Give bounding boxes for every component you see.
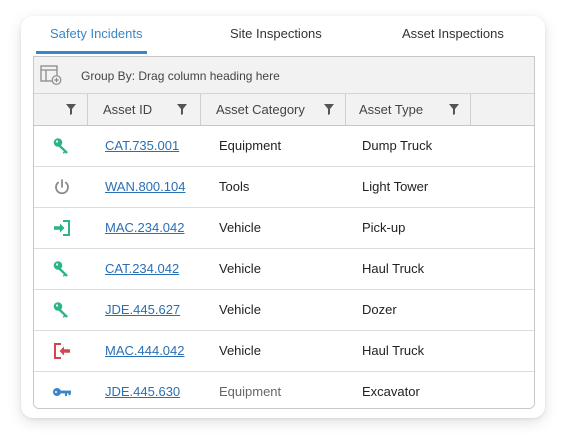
tab-safety-incidents[interactable]: Safety Incidents [50, 26, 143, 41]
sign-in-icon [52, 219, 72, 237]
asset-category-cell: Equipment [219, 384, 282, 399]
asset-id-link[interactable]: JDE.445.630 [105, 384, 180, 399]
filter-icon[interactable] [66, 104, 76, 115]
asset-category-cell: Vehicle [219, 302, 261, 317]
active-tab-indicator [36, 51, 147, 54]
asset-category-cell: Tools [219, 179, 250, 194]
table-row[interactable]: WAN.800.104 Tools Light Tower [34, 167, 534, 208]
key-icon [52, 260, 72, 278]
power-icon [52, 178, 72, 196]
table-row[interactable]: JDE.445.627 Vehicle Dozer [34, 290, 534, 331]
asset-id-link[interactable]: CAT.234.042 [105, 261, 179, 276]
assets-grid: Group By: Drag column heading here Asset… [33, 56, 535, 409]
asset-type-cell: Pick-up [362, 220, 406, 235]
key-icon [52, 137, 72, 155]
table-row[interactable]: MAC.444.042 Vehicle Haul Truck [34, 331, 534, 372]
column-header-asset-id[interactable]: Asset ID [88, 94, 201, 125]
filter-icon[interactable] [449, 104, 459, 115]
group-by-icon [40, 65, 62, 85]
column-header-asset-type[interactable]: Asset Type [346, 94, 471, 125]
asset-category-cell: Vehicle [219, 261, 261, 276]
column-header-status[interactable] [34, 94, 88, 125]
filter-icon[interactable] [324, 104, 334, 115]
asset-type-cell: Haul Truck [362, 343, 425, 358]
asset-id-link[interactable]: CAT.735.001 [105, 138, 179, 153]
asset-id-link[interactable]: MAC.444.042 [105, 343, 185, 358]
filter-icon[interactable] [177, 104, 187, 115]
tab-bar: Safety Incidents Site Inspections Asset … [21, 16, 545, 56]
table-row[interactable]: JDE.445.630 Equipment Excavator [34, 372, 534, 408]
assets-card: Safety Incidents Site Inspections Asset … [21, 16, 545, 418]
group-by-panel[interactable]: Group By: Drag column heading here [34, 57, 534, 94]
group-by-hint: Group By: Drag column heading here [81, 69, 280, 83]
asset-id-link[interactable]: JDE.445.627 [105, 302, 180, 317]
asset-type-cell: Excavator [362, 384, 420, 399]
column-header-label: Asset Type [359, 102, 424, 117]
table-row[interactable]: CAT.735.001 Equipment Dump Truck [34, 126, 534, 167]
asset-type-cell: Dozer [362, 302, 397, 317]
table-row[interactable]: MAC.234.042 Vehicle Pick-up [34, 208, 534, 249]
asset-type-cell: Haul Truck [362, 261, 425, 276]
sign-out-icon [52, 342, 72, 360]
column-header-label: Asset Category [216, 102, 305, 117]
column-header-asset-category[interactable]: Asset Category [201, 94, 346, 125]
asset-id-link[interactable]: MAC.234.042 [105, 220, 185, 235]
key-horizontal-icon [52, 383, 72, 401]
key-icon [52, 301, 72, 319]
asset-id-link[interactable]: WAN.800.104 [105, 179, 185, 194]
asset-category-cell: Vehicle [219, 220, 261, 235]
asset-category-cell: Vehicle [219, 343, 261, 358]
asset-category-cell: Equipment [219, 138, 282, 153]
table-row[interactable]: CAT.234.042 Vehicle Haul Truck [34, 249, 534, 290]
column-header-label: Asset ID [103, 102, 153, 117]
tab-site-inspections[interactable]: Site Inspections [230, 26, 322, 41]
tab-asset-inspections[interactable]: Asset Inspections [402, 26, 504, 41]
grid-header: Asset ID Asset Category Asset Type [34, 94, 534, 126]
asset-type-cell: Dump Truck [362, 138, 433, 153]
asset-type-cell: Light Tower [362, 179, 429, 194]
